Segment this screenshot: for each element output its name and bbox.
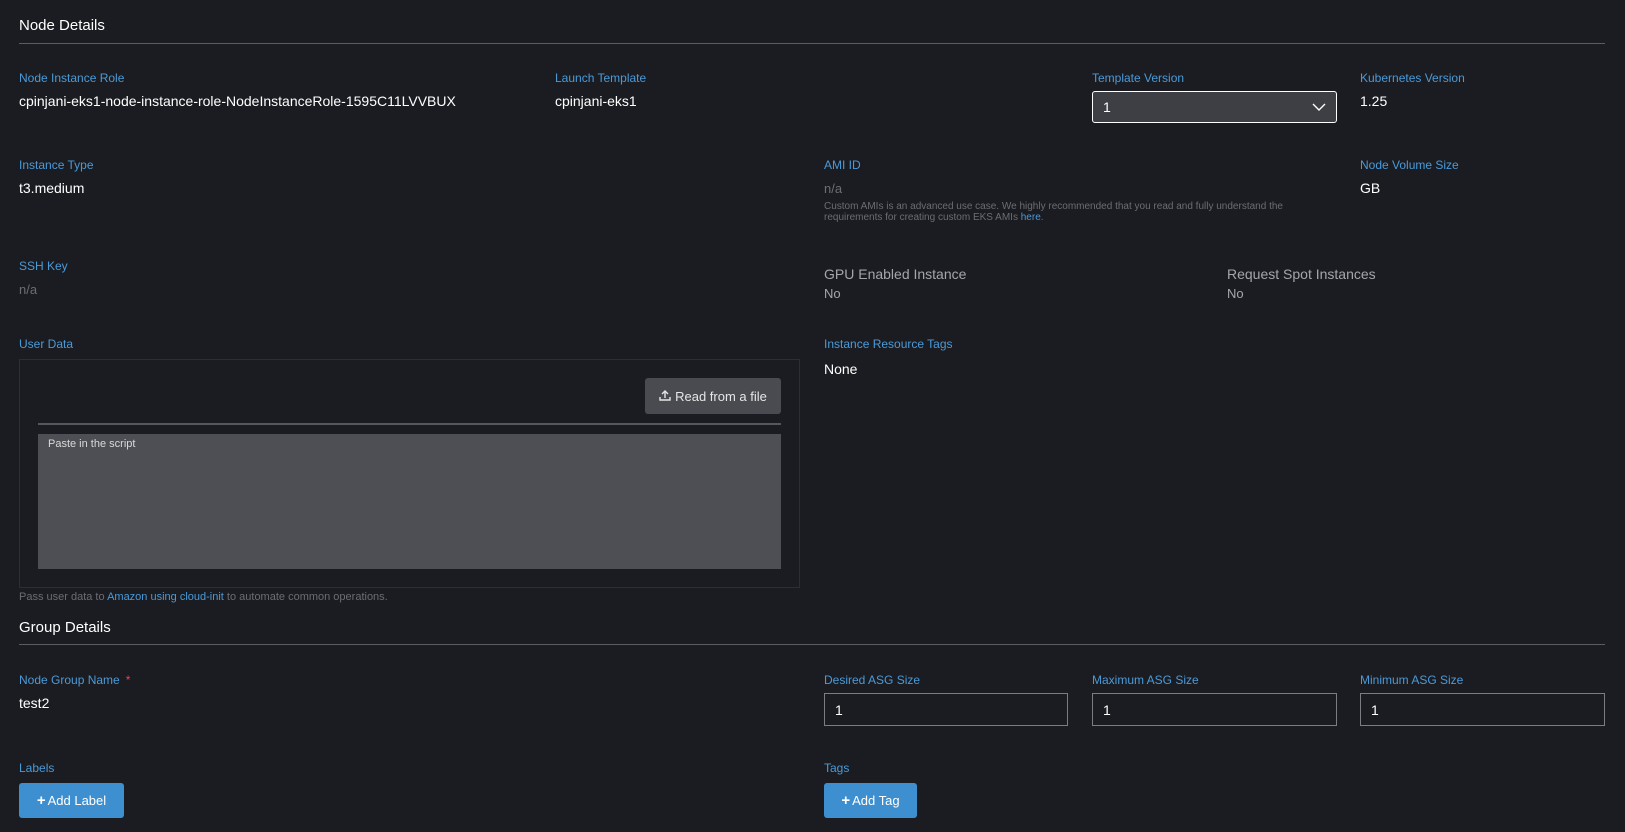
min-asg-label: Minimum ASG Size bbox=[1360, 673, 1464, 687]
spot-instances-value: No bbox=[1227, 286, 1244, 301]
node-instance-role-label: Node Instance Role bbox=[19, 71, 125, 85]
min-asg-value: 1 bbox=[1371, 701, 1379, 718]
add-label-text: Add Label bbox=[47, 793, 107, 808]
node-group-name-label: Node Group Name * bbox=[19, 673, 130, 687]
min-asg-input[interactable]: 1 bbox=[1360, 693, 1605, 726]
node-group-name-value: test2 bbox=[19, 695, 50, 711]
node-volume-size-label: Node Volume Size bbox=[1360, 158, 1459, 172]
max-asg-label: Maximum ASG Size bbox=[1092, 673, 1199, 687]
ami-id-help-link[interactable]: here bbox=[1021, 212, 1041, 223]
add-tag-text: Add Tag bbox=[852, 793, 900, 808]
template-version-value: 1 bbox=[1103, 99, 1111, 115]
labels-label: Labels bbox=[19, 761, 55, 775]
add-tag-button[interactable]: + Add Tag bbox=[824, 783, 917, 818]
node-group-name-label-text: Node Group Name bbox=[19, 673, 120, 687]
user-data-help-prefix: Pass user data to bbox=[19, 591, 105, 603]
launch-template-label: Launch Template bbox=[555, 71, 647, 85]
ami-id-value: n/a bbox=[824, 181, 843, 196]
ami-id-help-text: Custom AMIs is an advanced use case. We … bbox=[824, 201, 1283, 223]
plus-icon: + bbox=[841, 792, 851, 809]
user-data-label: User Data bbox=[19, 337, 74, 351]
read-from-file-button[interactable]: Read from a file bbox=[645, 378, 781, 414]
instance-type-value: t3.medium bbox=[19, 180, 85, 196]
template-version-select[interactable]: 1 bbox=[1092, 91, 1337, 123]
max-asg-value: 1 bbox=[1103, 701, 1111, 718]
desired-asg-value: 1 bbox=[835, 701, 843, 718]
ami-id-help-end: . bbox=[1040, 212, 1044, 223]
user-data-script-input[interactable]: Paste in the script bbox=[38, 434, 781, 569]
read-from-file-label: Read from a file bbox=[675, 388, 767, 404]
upload-icon bbox=[659, 389, 671, 404]
resource-tags-value: None bbox=[824, 361, 858, 377]
user-data-help: Pass user data to Amazon using cloud-ini… bbox=[19, 592, 388, 603]
desired-asg-label: Desired ASG Size bbox=[824, 673, 921, 687]
user-data-placeholder: Paste in the script bbox=[48, 438, 136, 450]
instance-type-label: Instance Type bbox=[19, 158, 94, 172]
kubernetes-version-label: Kubernetes Version bbox=[1360, 71, 1465, 85]
ssh-key-label: SSH Key bbox=[19, 259, 68, 273]
node-volume-size-value: GB bbox=[1360, 180, 1381, 196]
node-details-title: Node Details bbox=[19, 17, 105, 34]
node-instance-role-value: cpinjani-eks1-node-instance-role-NodeIns… bbox=[19, 93, 456, 109]
required-marker: * bbox=[125, 673, 131, 687]
node-details-divider bbox=[19, 43, 1605, 44]
max-asg-input[interactable]: 1 bbox=[1092, 693, 1337, 726]
kubernetes-version-value: 1.25 bbox=[1360, 93, 1388, 109]
tags-label: Tags bbox=[824, 761, 850, 775]
group-details-title: Group Details bbox=[19, 619, 111, 636]
desired-asg-input[interactable]: 1 bbox=[824, 693, 1068, 726]
ami-id-help: Custom AMIs is an advanced use case. We … bbox=[824, 201, 1314, 223]
chevron-down-icon bbox=[1312, 100, 1326, 114]
user-data-help-suffix: to automate common operations. bbox=[226, 591, 388, 603]
ssh-key-value: n/a bbox=[19, 282, 38, 297]
group-details-divider bbox=[19, 644, 1605, 645]
plus-icon: + bbox=[36, 792, 46, 809]
gpu-enabled-label: GPU Enabled Instance bbox=[824, 266, 967, 282]
cloud-init-link[interactable]: Amazon using cloud-init bbox=[107, 591, 224, 603]
resource-tags-label: Instance Resource Tags bbox=[824, 337, 953, 351]
user-data-divider bbox=[38, 423, 781, 425]
add-label-button[interactable]: + Add Label bbox=[19, 783, 124, 818]
spot-instances-label: Request Spot Instances bbox=[1227, 266, 1376, 282]
gpu-enabled-value: No bbox=[824, 286, 841, 301]
template-version-label: Template Version bbox=[1092, 71, 1185, 85]
ami-id-label: AMI ID bbox=[824, 158, 861, 172]
launch-template-value: cpinjani-eks1 bbox=[555, 93, 637, 109]
